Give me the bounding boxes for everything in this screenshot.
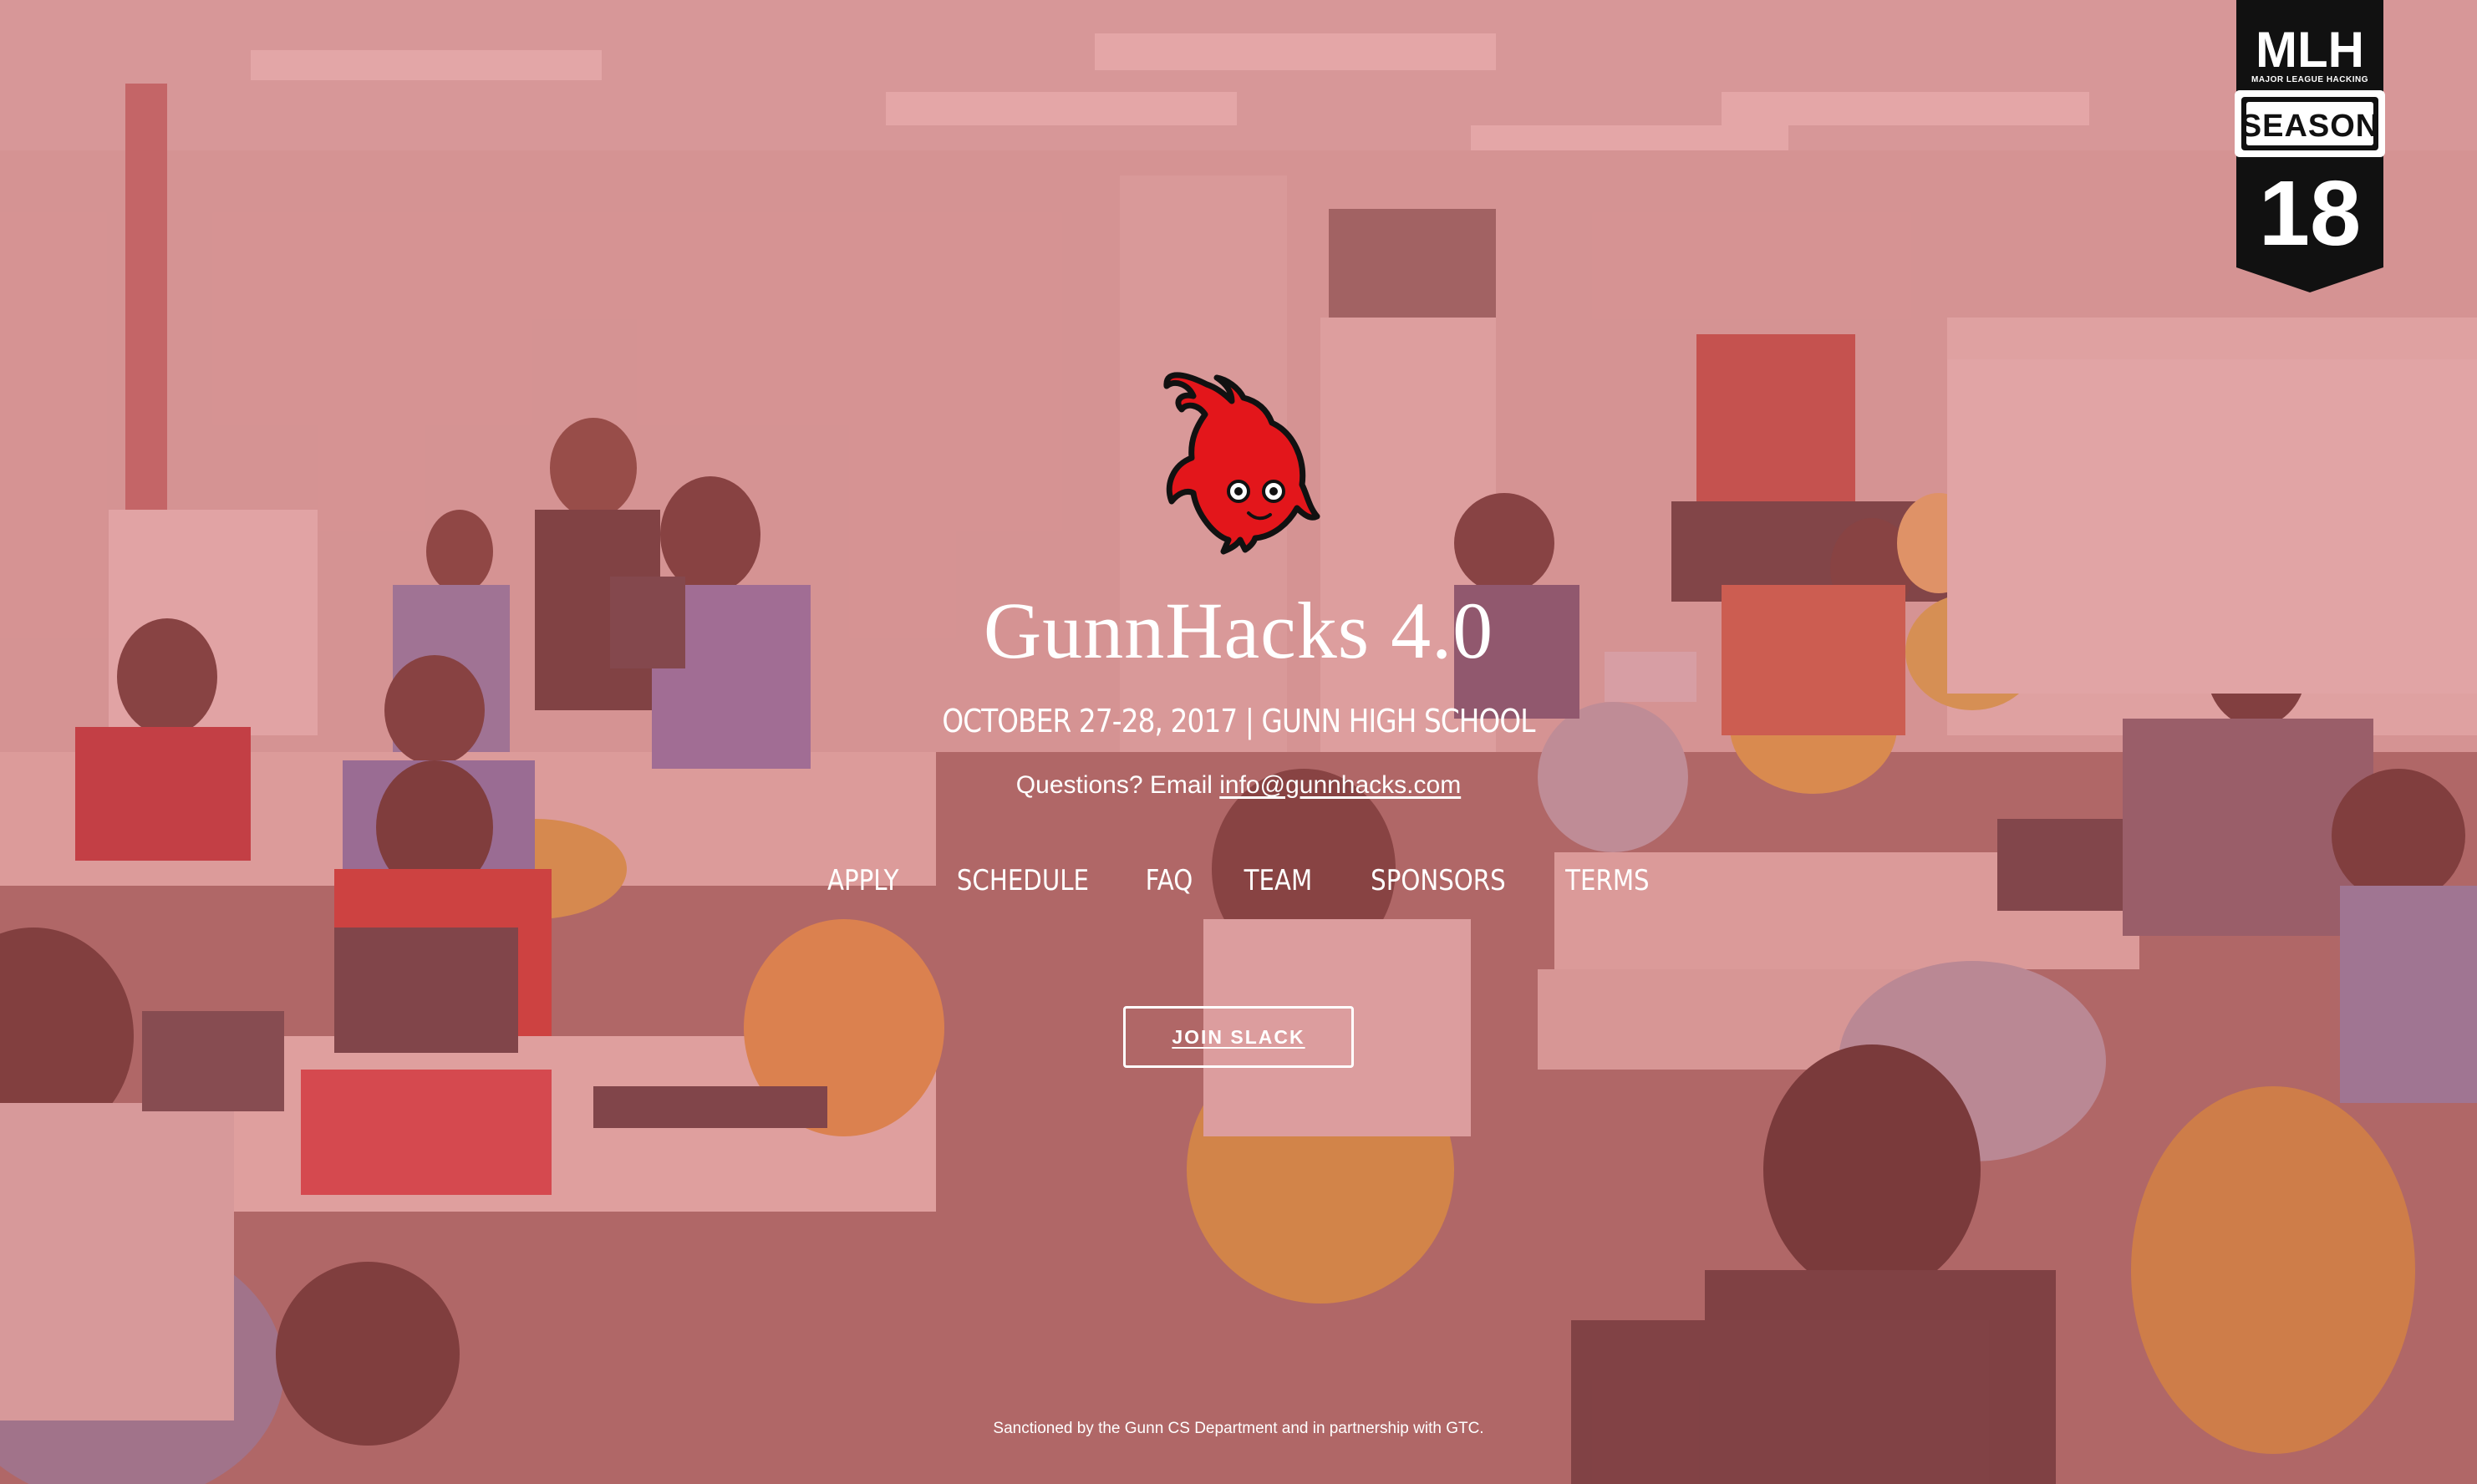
nav-sponsors[interactable]: SPONSORS bbox=[1352, 857, 1523, 904]
questions-label: Questions? Email bbox=[1015, 771, 1220, 799]
join-slack-button[interactable]: JOIN SLACK bbox=[1123, 1006, 1354, 1068]
footer-note: Sanctioned by the Gunn CS Department and… bbox=[993, 1420, 1484, 1437]
main-nav: APPLY SCHEDULE FAQ TEAM SPONSORS TERMS bbox=[0, 857, 2477, 904]
nav-faq[interactable]: FAQ bbox=[1127, 857, 1211, 904]
nav-apply[interactable]: APPLY bbox=[809, 857, 917, 904]
email-link[interactable]: info@gunnhacks.com bbox=[1219, 771, 1461, 799]
page-title: GunnHacks 4.0 bbox=[983, 586, 1494, 675]
nav-schedule[interactable]: SCHEDULE bbox=[938, 857, 1106, 904]
event-date-location: OCTOBER 27-28, 2017 | GUNN HIGH SCHOOL bbox=[942, 703, 1535, 739]
red-flame-mascot-icon bbox=[1157, 359, 1324, 560]
nav-team[interactable]: TEAM bbox=[1226, 857, 1330, 904]
nav-terms[interactable]: TERMS bbox=[1547, 857, 1666, 904]
questions-contact: Questions? Email info@gunnhacks.com bbox=[0, 767, 2477, 804]
hero-section: GunnHacks 4.0 OCTOBER 27-28, 2017 | GUNN… bbox=[0, 0, 2477, 1484]
